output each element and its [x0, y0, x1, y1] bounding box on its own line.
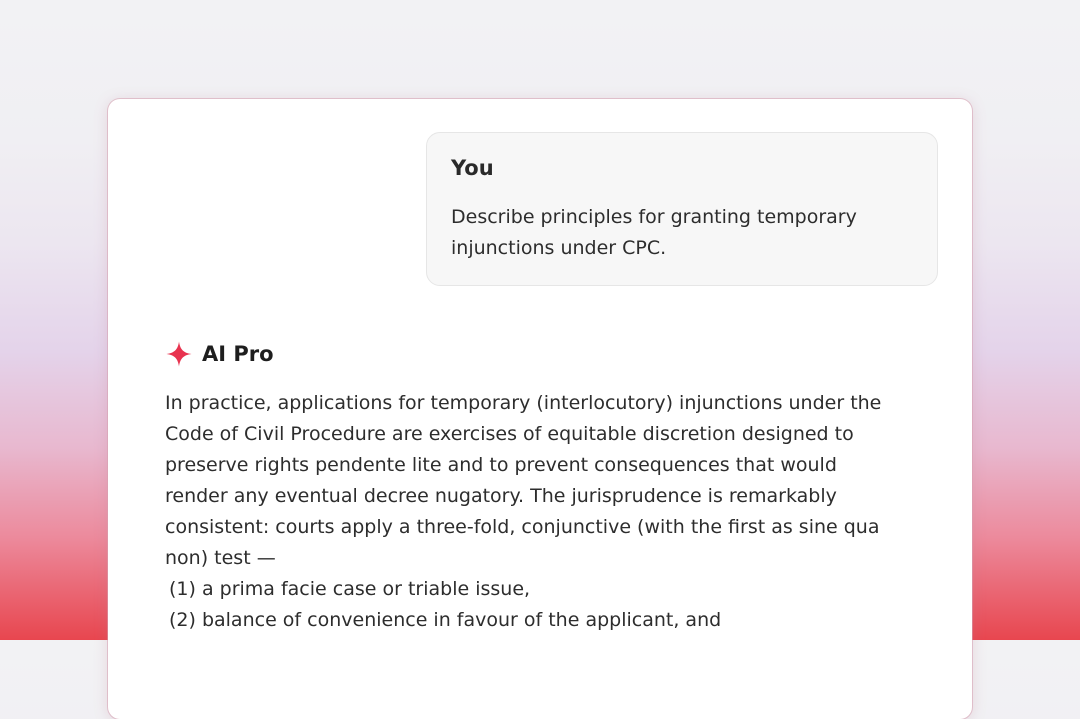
- sparkle-icon: [166, 341, 192, 367]
- assistant-message-text: In practice, applications for temporary …: [165, 388, 925, 636]
- assistant-paragraph-line: preserve rights pendente lite and to pre…: [165, 454, 837, 476]
- chat-panel: You Describe principles for granting tem…: [108, 99, 972, 719]
- user-message-text: Describe principles for granting tempora…: [451, 202, 913, 264]
- assistant-paragraph-line: render any eventual decree nugatory. The…: [165, 485, 837, 507]
- assistant-sender-name: AI Pro: [202, 342, 274, 366]
- assistant-paragraph-line: non) test —: [165, 547, 276, 569]
- user-message-line: injunctions under CPC.: [451, 237, 667, 259]
- assistant-paragraph-line: consistent: courts apply a three-fold, c…: [165, 516, 880, 538]
- user-message-line: Describe principles for granting tempora…: [451, 206, 857, 228]
- assistant-header: AI Pro: [165, 339, 274, 369]
- user-sender-name: You: [451, 156, 494, 180]
- list-item: (1) a prima facie case or triable issue,: [169, 578, 531, 600]
- assistant-paragraph-line: In practice, applications for temporary …: [165, 392, 882, 414]
- list-item: (2) balance of convenience in favour of …: [169, 609, 722, 631]
- user-message-bubble: You Describe principles for granting tem…: [426, 132, 938, 286]
- assistant-paragraph-line: Code of Civil Procedure are exercises of…: [165, 423, 854, 445]
